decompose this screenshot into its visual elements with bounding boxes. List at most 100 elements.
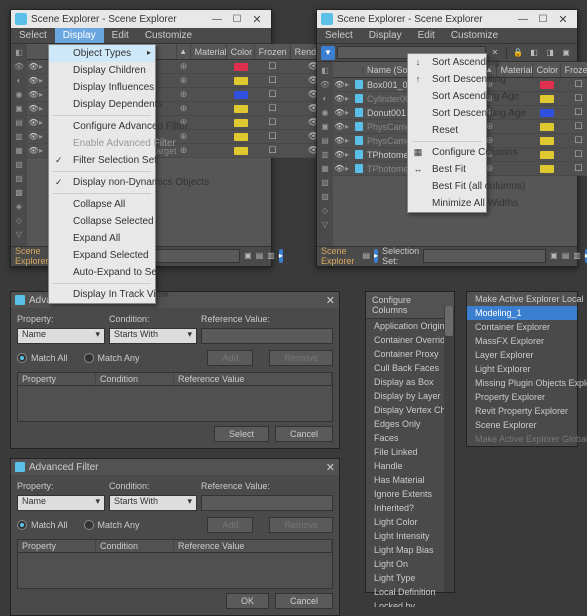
col-frozen[interactable]: Frozen	[561, 63, 587, 77]
tool-icon[interactable]: ◧	[527, 46, 541, 60]
visibility-icon[interactable]: 👁	[335, 164, 344, 173]
visibility-icon[interactable]: 👁	[29, 62, 38, 71]
explorer-menu-selected[interactable]: Modeling_1	[467, 306, 577, 320]
tool-icon[interactable]: ◐	[319, 92, 331, 104]
menu-item[interactable]: ↑Sort Descending	[408, 71, 486, 88]
expand-icon[interactable]: ▸	[39, 132, 48, 141]
menu-item[interactable]: Collapse Selected	[49, 213, 155, 230]
tool-icon[interactable]: ◨	[543, 46, 557, 60]
frozen-cell[interactable]: ☐	[255, 131, 291, 142]
material-cell[interactable]: ⊕	[177, 61, 191, 72]
refval-input[interactable]	[201, 495, 333, 511]
col-material-label[interactable]: Material	[191, 45, 227, 59]
minimize-button[interactable]: —	[207, 11, 227, 27]
tool-icon[interactable]: ▥	[13, 130, 25, 142]
visibility-icon[interactable]: 👁	[29, 90, 38, 99]
column-option[interactable]: Light On	[366, 557, 454, 571]
scrollbar[interactable]	[444, 306, 454, 592]
expand-icon[interactable]: ▸	[345, 108, 354, 117]
column-option[interactable]: Container Override	[366, 333, 454, 347]
expand-icon[interactable]: ▸	[345, 94, 354, 103]
condition-select[interactable]: Starts With ▾	[109, 328, 197, 344]
menu-edit[interactable]: Edit	[410, 28, 443, 43]
menu-item[interactable]: Display Influences	[49, 79, 155, 96]
footer-icon[interactable]: ▤	[363, 249, 371, 263]
column-option[interactable]: Faces	[366, 431, 454, 445]
refval-input[interactable]	[201, 328, 333, 344]
frozen-cell[interactable]: ☐	[255, 117, 291, 128]
column-option[interactable]: Cull Back Faces	[366, 361, 454, 375]
remove-button[interactable]: Remove	[269, 350, 333, 366]
tool-icon[interactable]: ▩	[13, 186, 25, 198]
close-button[interactable]: ✕	[247, 11, 267, 27]
color-cell[interactable]	[227, 119, 255, 127]
color-cell[interactable]	[227, 147, 255, 155]
explorer-option[interactable]: Container Explorer	[467, 320, 577, 334]
menu-display[interactable]: Display	[55, 28, 104, 43]
column-option[interactable]: Handle	[366, 459, 454, 473]
visibility-icon[interactable]: 👁	[29, 132, 38, 141]
color-cell[interactable]	[533, 123, 561, 131]
column-option[interactable]: Light Map Bias	[366, 543, 454, 557]
menu-item[interactable]: ▦Configure Columns	[408, 144, 486, 161]
tool-icon[interactable]: ◇	[13, 214, 25, 226]
property-select[interactable]: Name ▾	[17, 495, 105, 511]
expand-icon[interactable]: ▸	[39, 118, 48, 127]
color-cell[interactable]	[533, 81, 561, 89]
visibility-icon[interactable]: 👁	[29, 118, 38, 127]
material-cell[interactable]: ⊕	[177, 75, 191, 86]
ok-button[interactable]: OK	[226, 593, 269, 609]
color-cell[interactable]	[227, 91, 255, 99]
explorer-option[interactable]: Scene Explorer	[467, 418, 577, 432]
menu-customize[interactable]: Customize	[443, 28, 506, 43]
visibility-icon[interactable]: 👁	[335, 80, 344, 89]
tool-icon[interactable]: ◉	[319, 106, 331, 118]
explorer-menu-header[interactable]: Make Active Explorer Local	[467, 292, 577, 306]
visibility-icon[interactable]: 👁	[29, 146, 38, 155]
frozen-cell[interactable]: ☐	[255, 89, 291, 100]
column-option[interactable]: Display Vertex Channel	[366, 403, 454, 417]
menu-item[interactable]: Display Dependents	[49, 96, 155, 113]
tool-icon[interactable]: 👁	[319, 78, 331, 90]
menu-display[interactable]: Display	[361, 28, 410, 43]
close-icon[interactable]: ✕	[326, 461, 335, 474]
footer-icon[interactable]: ▤	[256, 249, 264, 263]
tool-icon[interactable]: ▨	[319, 190, 331, 202]
column-option[interactable]: Edges Only	[366, 417, 454, 431]
menu-item[interactable]: ✓Filter Selection Set	[49, 152, 155, 169]
menu-select[interactable]: Select	[11, 28, 55, 43]
expand-icon[interactable]: ▸	[39, 104, 48, 113]
menu-edit[interactable]: Edit	[104, 28, 137, 43]
visibility-icon[interactable]: 👁	[335, 136, 344, 145]
cancel-button[interactable]: Cancel	[275, 426, 333, 442]
frozen-cell[interactable]: ☐	[561, 79, 587, 90]
expand-icon[interactable]: ▸	[39, 146, 48, 155]
match-all-radio[interactable]: Match All	[17, 353, 68, 363]
tool-icon[interactable]: ▦	[319, 162, 331, 174]
column-option[interactable]: Inherited?	[366, 501, 454, 515]
visibility-icon[interactable]: 👁	[29, 104, 38, 113]
explorer-option[interactable]: MassFX Explorer	[467, 334, 577, 348]
color-cell[interactable]	[533, 137, 561, 145]
menu-item[interactable]: Sort Ascending Age	[408, 88, 486, 105]
expand-icon[interactable]: ▸	[39, 90, 48, 99]
col-color[interactable]: Color	[227, 45, 255, 59]
select-button[interactable]: Select	[214, 426, 269, 442]
frozen-cell[interactable]: ☐	[561, 135, 587, 146]
tool-icon[interactable]: ▽	[319, 218, 331, 230]
tool-icon[interactable]: ▨	[13, 172, 25, 184]
footer-icon[interactable]: ▤	[562, 249, 570, 263]
menu-customize[interactable]: Customize	[137, 28, 200, 43]
menu-item[interactable]: Collapse All	[49, 196, 155, 213]
menu-item[interactable]: Configure Advanced Filter	[49, 118, 155, 135]
color-cell[interactable]	[533, 151, 561, 159]
tool-icon[interactable]: ◈	[13, 200, 25, 212]
visibility-icon[interactable]: 👁	[335, 94, 344, 103]
menu-item[interactable]: ↔Best Fit	[408, 161, 486, 178]
add-button[interactable]: Add	[207, 350, 253, 366]
color-cell[interactable]	[227, 105, 255, 113]
property-select[interactable]: Name ▾	[17, 328, 105, 344]
tool-icon[interactable]: ▤	[319, 134, 331, 146]
column-option[interactable]: Application Origin	[366, 319, 454, 333]
column-option[interactable]: Has Material	[366, 473, 454, 487]
